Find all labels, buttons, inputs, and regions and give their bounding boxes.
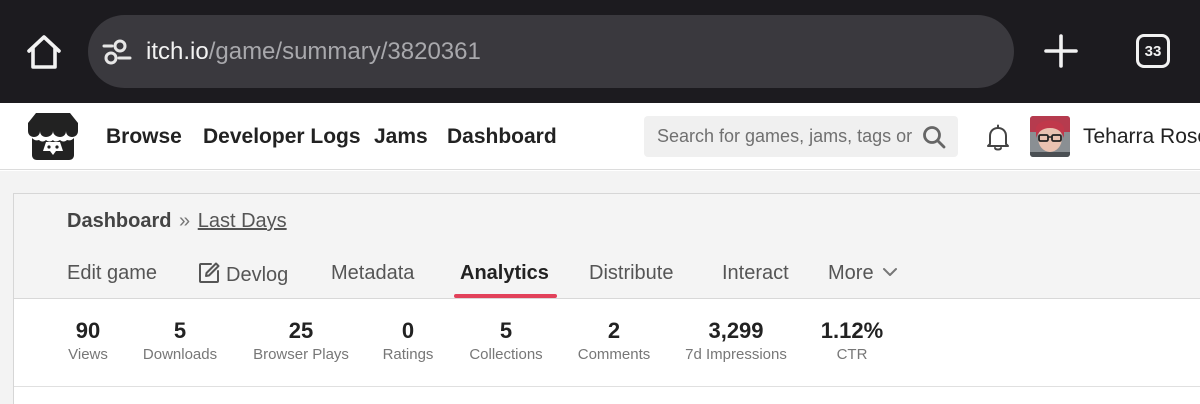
url-text[interactable]: itch.io/game/summary/3820361	[146, 15, 481, 88]
breadcrumb-separator: »	[179, 210, 191, 232]
breadcrumb: Dashboard » Last Days	[67, 210, 287, 233]
notifications-bell-icon[interactable]	[985, 124, 1011, 152]
stat-downloads: 5 Downloads	[130, 318, 230, 365]
active-tab-indicator	[454, 294, 557, 298]
stat-label: 7d Impressions	[685, 346, 787, 363]
stat-browser-plays: 25 Browser Plays	[240, 318, 362, 365]
nav-jams-link[interactable]: Jams	[374, 103, 428, 170]
stat-label: Browser Plays	[253, 346, 349, 363]
browser-toolbar: itch.io/game/summary/3820361 33	[0, 0, 1200, 103]
tab-devlog-label: Devlog	[226, 264, 289, 286]
tab-more[interactable]: More	[828, 262, 898, 285]
stat-value: 2	[607, 318, 621, 343]
stat-label: Ratings	[382, 346, 434, 363]
search-box	[644, 116, 958, 157]
stat-value: 25	[288, 318, 314, 343]
stats-divider	[14, 386, 1200, 387]
site-header: Browse Developer Logs Jams Dashboard Teh…	[0, 103, 1200, 170]
stat-value: 3,299	[708, 318, 764, 343]
search-icon[interactable]	[922, 125, 946, 149]
home-button[interactable]	[20, 28, 68, 76]
stat-value: 5	[499, 318, 513, 343]
stat-value: 5	[173, 318, 187, 343]
stat-value: 0	[401, 318, 415, 343]
tab-switcher-button[interactable]: 33	[1136, 34, 1170, 68]
stat-views: 90 Views	[54, 318, 122, 365]
nav-developer-logs-link[interactable]: Developer Logs	[203, 103, 361, 170]
breadcrumb-game-link[interactable]: Last Days	[198, 210, 287, 232]
panel-header: Dashboard » Last Days Edit game Devlog M…	[14, 194, 1200, 299]
site-settings-icon[interactable]	[102, 39, 132, 65]
stat-value: 1.12%	[820, 318, 884, 343]
itchio-logo-icon[interactable]	[26, 111, 80, 163]
tab-metadata[interactable]: Metadata	[331, 262, 414, 285]
stat-7d-impressions: 3,299 7d Impressions	[671, 318, 801, 365]
home-icon	[27, 35, 61, 69]
user-avatar[interactable]	[1030, 116, 1070, 157]
new-tab-icon[interactable]	[1040, 30, 1082, 72]
stat-ctr: 1.12% CTR	[812, 318, 892, 365]
tab-more-label: More	[828, 262, 874, 284]
tab-analytics[interactable]: Analytics	[460, 262, 549, 285]
tab-edit-game[interactable]: Edit game	[67, 262, 157, 285]
tab-distribute[interactable]: Distribute	[589, 262, 673, 285]
stat-label: Downloads	[142, 346, 218, 363]
stat-label: Views	[68, 346, 108, 363]
stat-ratings: 0 Ratings	[369, 318, 447, 365]
url-path: /game/summary/3820361	[208, 38, 481, 65]
stat-label: CTR	[836, 346, 868, 363]
edit-pencil-icon	[199, 262, 220, 283]
stat-label: Comments	[577, 346, 651, 363]
tab-devlog[interactable]: Devlog	[198, 262, 288, 287]
address-bar[interactable]: itch.io/game/summary/3820361	[88, 15, 1014, 88]
nav-dashboard-link[interactable]: Dashboard	[447, 103, 557, 170]
search-input[interactable]	[644, 116, 914, 157]
user-name-menu[interactable]: Teharra Rose	[1083, 103, 1200, 170]
url-domain: itch.io	[146, 38, 209, 65]
chevron-down-icon	[882, 268, 897, 276]
stat-label: Collections	[469, 346, 543, 363]
breadcrumb-dashboard[interactable]: Dashboard	[67, 210, 171, 232]
stat-collections: 5 Collections	[456, 318, 556, 365]
nav-browse-link[interactable]: Browse	[106, 103, 182, 170]
tab-interact[interactable]: Interact	[722, 262, 789, 285]
game-dashboard-panel: Dashboard » Last Days Edit game Devlog M…	[13, 193, 1200, 404]
stat-value: 90	[75, 318, 101, 343]
stat-comments: 2 Comments	[565, 318, 663, 365]
